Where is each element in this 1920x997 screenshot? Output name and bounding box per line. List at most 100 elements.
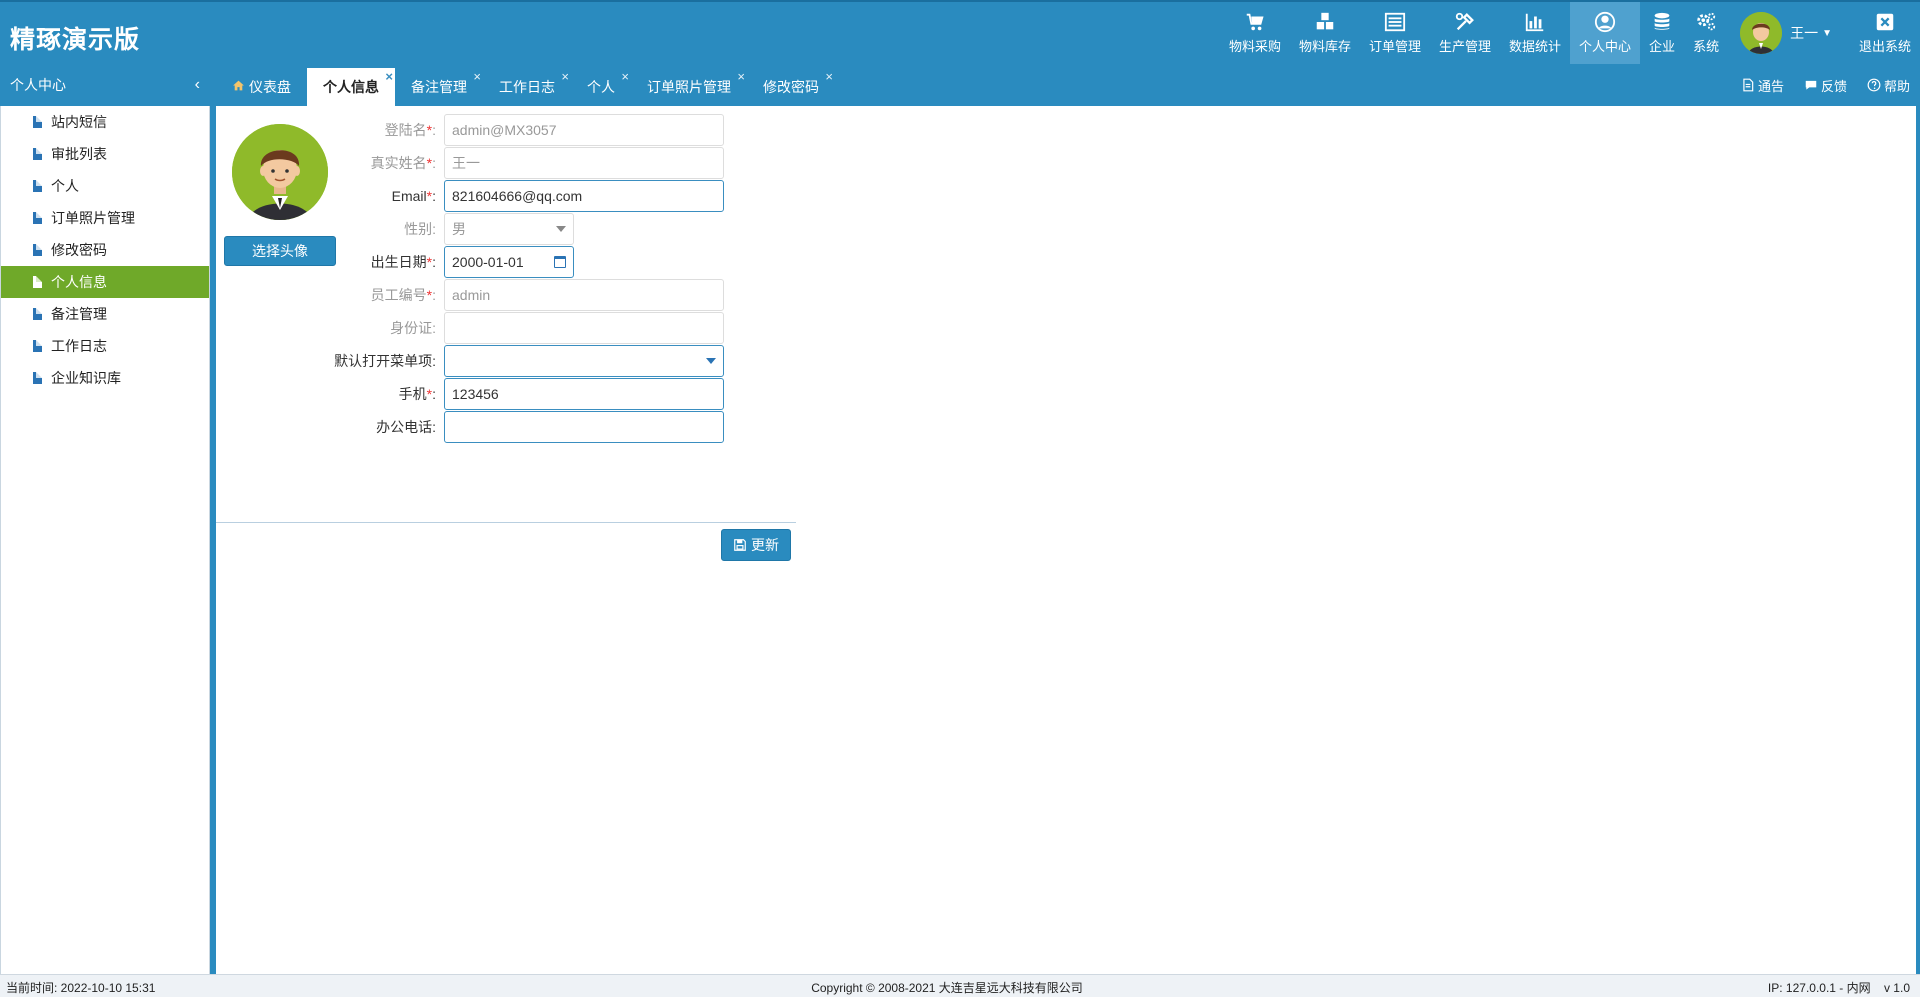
- document-icon: [33, 276, 42, 288]
- document-icon: [33, 212, 42, 224]
- top-nav: 物料采购 物料库存 订单管理 生产管理 数据统计 个人中心 企业 系统 王一 ▼…: [1220, 2, 1920, 64]
- employee-no-field: [444, 279, 724, 311]
- caret-down-icon: [706, 358, 716, 364]
- row-employee-no: 员工编号*:: [296, 279, 724, 311]
- nav-order-management[interactable]: 订单管理: [1360, 2, 1430, 64]
- nav-label: 企业: [1649, 39, 1676, 54]
- logout-button[interactable]: 退出系统: [1850, 2, 1920, 64]
- office-phone-field[interactable]: [444, 411, 724, 443]
- gender-value: 男: [452, 221, 466, 237]
- save-icon: [734, 539, 746, 551]
- gears-icon: [1697, 12, 1716, 31]
- default-menu-label: 默认打开菜单项:: [334, 353, 436, 369]
- tab-label: 个人: [587, 79, 615, 95]
- tab-label: 备注管理: [411, 79, 467, 95]
- status-bar: 当前时间: 2022-10-10 15:31 Copyright © 2008-…: [0, 974, 1920, 997]
- user-menu[interactable]: 王一 ▼: [1728, 2, 1850, 64]
- close-icon[interactable]: ×: [473, 69, 481, 84]
- top-links: 通告 反馈 帮助: [1721, 64, 1910, 106]
- gender-select[interactable]: 男: [444, 213, 574, 245]
- user-circle-icon: [1594, 11, 1616, 33]
- default-menu-select[interactable]: [444, 345, 724, 377]
- sidebar-item-messages[interactable]: 站内短信: [1, 106, 209, 138]
- close-icon[interactable]: ×: [385, 69, 393, 84]
- avatar: [1740, 12, 1783, 54]
- sidebar-title: 个人中心: [10, 77, 66, 93]
- database-icon: [1654, 12, 1670, 30]
- sidebar-item-personal-info[interactable]: 个人信息: [1, 266, 209, 298]
- row-id-card: 身份证:: [296, 312, 724, 344]
- row-email: Email*:: [296, 180, 724, 212]
- close-icon[interactable]: ×: [621, 69, 629, 84]
- nav-label: 系统: [1693, 39, 1720, 54]
- id-card-label: 身份证:: [390, 320, 436, 336]
- close-icon[interactable]: ×: [825, 69, 833, 84]
- nav-material-stock[interactable]: 物料库存: [1290, 2, 1360, 64]
- birthday-label: 出生日期*:: [370, 254, 436, 270]
- tab-personal-info[interactable]: 个人信息 ×: [307, 68, 395, 106]
- nav-system[interactable]: 系统: [1684, 2, 1728, 64]
- tab-strip: 个人中心 ‹ 仪表盘 个人信息 × 备注管理 × 工作日志 × 个人 × 订单照…: [0, 64, 1920, 106]
- login-name-field: [444, 114, 724, 146]
- nav-label: 物料采购: [1228, 39, 1281, 54]
- nav-data-statistics[interactable]: 数据统计: [1500, 2, 1570, 64]
- employee-no-label: 员工编号*:: [370, 287, 436, 303]
- sidebar-item-knowledge-base[interactable]: 企业知识库: [1, 362, 209, 394]
- document-icon: [33, 116, 42, 128]
- tab-work-log[interactable]: 工作日志 ×: [483, 68, 571, 106]
- mobile-field[interactable]: [444, 378, 724, 410]
- sidebar-item-order-photos[interactable]: 订单照片管理: [1, 202, 209, 234]
- document-icon: [33, 308, 42, 320]
- sidebar-item-approvals[interactable]: 审批列表: [1, 138, 209, 170]
- document-icon: [33, 244, 42, 256]
- tab-order-photos[interactable]: 订单照片管理 ×: [631, 68, 747, 106]
- copyright: Copyright © 2008-2021 大连吉星远大科技有限公司: [811, 981, 1083, 995]
- tab-change-password[interactable]: 修改密码 ×: [747, 68, 835, 106]
- email-field[interactable]: [444, 180, 724, 212]
- nav-label: 生产管理: [1439, 39, 1492, 54]
- brand-title: 精琢演示版: [10, 26, 141, 54]
- nav-production-management[interactable]: 生产管理: [1430, 2, 1500, 64]
- caret-down-icon: [556, 226, 566, 232]
- nav-personal-center[interactable]: 个人中心: [1570, 2, 1641, 64]
- document-icon: [33, 340, 42, 352]
- nav-label: 订单管理: [1368, 39, 1421, 54]
- birthday-value: 2000-01-01: [452, 254, 524, 270]
- birthday-date-picker[interactable]: 2000-01-01: [444, 246, 574, 278]
- sidebar-item-change-password[interactable]: 修改密码: [1, 234, 209, 266]
- update-button[interactable]: 更新: [721, 529, 791, 561]
- tools-icon: [1455, 12, 1474, 31]
- row-office-phone: 办公电话:: [296, 411, 724, 443]
- nav-label: 物料库存: [1298, 39, 1351, 54]
- sidebar-item-remarks[interactable]: 备注管理: [1, 298, 209, 330]
- tab-label: 工作日志: [499, 79, 555, 95]
- real-name-label: 真实姓名*:: [370, 155, 436, 171]
- close-icon[interactable]: ×: [737, 69, 745, 84]
- help-link[interactable]: 帮助: [1867, 76, 1910, 95]
- sidebar-item-work-log[interactable]: 工作日志: [1, 330, 209, 362]
- comment-icon: [1805, 80, 1817, 90]
- sidebar: 站内短信 审批列表 个人 订单照片管理 修改密码 个人信息 备注管理 工作日志 …: [0, 106, 210, 974]
- gender-label: 性别:: [404, 221, 436, 237]
- user-name: 王一: [1790, 25, 1819, 41]
- close-icon[interactable]: ×: [561, 69, 569, 84]
- chevron-left-icon[interactable]: ‹: [195, 76, 200, 94]
- nav-material-purchase[interactable]: 物料采购: [1220, 2, 1290, 64]
- tab-remarks[interactable]: 备注管理 ×: [395, 68, 483, 106]
- question-icon: [1867, 78, 1881, 92]
- email-label: Email*:: [391, 188, 436, 204]
- app-window: 精琢演示版 物料采购 物料库存 订单管理 生产管理 数据统计 个人中心 企业 系…: [0, 0, 1920, 997]
- tab-label: 个人信息: [323, 79, 379, 95]
- calendar-icon[interactable]: [554, 256, 566, 268]
- feedback-link[interactable]: 反馈: [1804, 76, 1847, 95]
- tab-dashboard[interactable]: 仪表盘: [216, 68, 307, 106]
- row-mobile: 手机*:: [296, 378, 724, 410]
- tab-personal[interactable]: 个人 ×: [571, 68, 631, 106]
- close-box-icon: [1876, 13, 1894, 31]
- nav-enterprise[interactable]: 企业: [1640, 2, 1684, 64]
- notice-link[interactable]: 通告: [1741, 76, 1784, 95]
- cart-icon: [1246, 13, 1264, 31]
- office-phone-label: 办公电话:: [376, 419, 436, 435]
- sidebar-item-personal[interactable]: 个人: [1, 170, 209, 202]
- document-icon: [33, 180, 42, 192]
